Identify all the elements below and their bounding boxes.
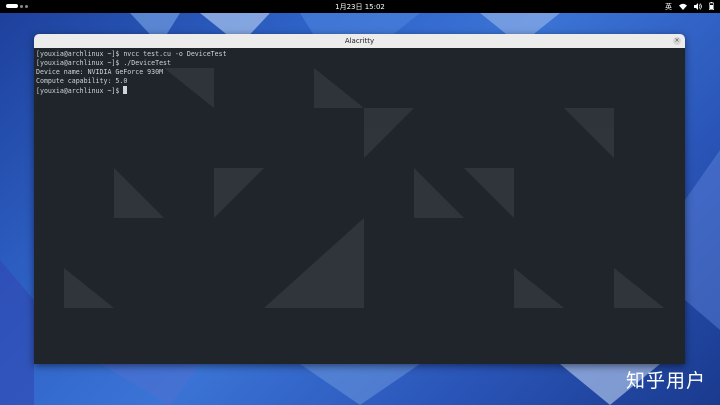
cursor — [123, 86, 128, 94]
battery-icon — [709, 2, 715, 12]
title-bar[interactable]: Alacritty × — [34, 34, 685, 48]
prompt: [youxia@archlinux ~]$ — [36, 87, 124, 95]
clock[interactable]: 1月23日 15:02 — [0, 2, 720, 12]
watermark: 知乎用户 — [625, 370, 706, 392]
terminal-line: [youxia@archlinux ~]$ ./DeviceTest — [36, 59, 171, 67]
terminal-prompt-line: [youxia@archlinux ~]$ — [36, 86, 683, 96]
window-title: Alacritty — [344, 37, 375, 45]
terminal-line: Device name: NVIDIA GeForce 930M — [36, 68, 164, 76]
terminal-line: Compute capability: 5.0 — [36, 77, 128, 85]
terminal-area[interactable]: [youxia@archlinux ~]$ nvcc test.cu -o De… — [34, 48, 685, 364]
wifi-icon — [679, 3, 687, 12]
alacritty-window: Alacritty × [youxia@archlinux ~]$ nvcc t… — [34, 34, 685, 364]
terminal-line: [youxia@archlinux ~]$ nvcc test.cu -o De… — [36, 50, 227, 58]
volume-icon — [694, 2, 702, 12]
close-button[interactable]: × — [673, 37, 681, 45]
system-tray[interactable]: 英 — [665, 2, 715, 12]
input-method-indicator[interactable]: 英 — [665, 2, 672, 12]
top-bar: 1月23日 15:02 英 — [0, 0, 720, 13]
